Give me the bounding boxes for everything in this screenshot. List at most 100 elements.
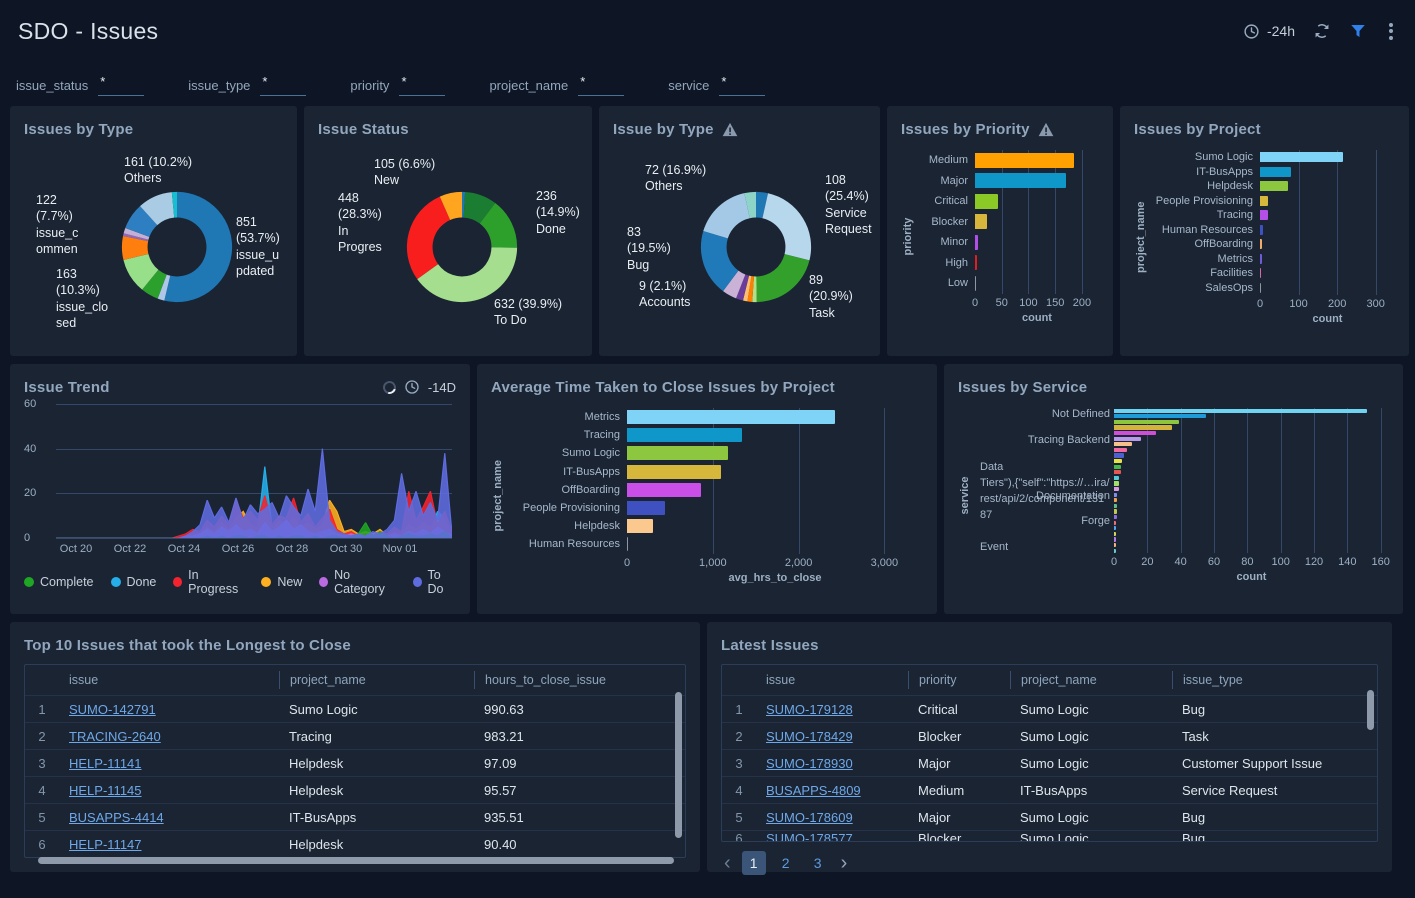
bar-Metrics[interactable] (1260, 254, 1262, 264)
bar-People Provisioning[interactable] (1260, 196, 1268, 206)
column-header[interactable] (722, 671, 756, 689)
pagination-next[interactable]: › (838, 852, 851, 874)
bar-11[interactable] (1114, 470, 1121, 474)
column-header[interactable]: issue (756, 671, 908, 689)
bar-Tracing[interactable] (627, 428, 742, 442)
bar-17[interactable] (1114, 504, 1117, 508)
bar-Helpdesk[interactable] (1260, 181, 1288, 191)
filter-input[interactable]: * (98, 74, 144, 96)
bar-Sumo Logic[interactable] (627, 446, 728, 460)
column-header[interactable]: project_name (279, 671, 474, 689)
vertical-scrollbar[interactable] (675, 692, 682, 838)
legend-item-Done[interactable]: Done (111, 568, 157, 596)
bar-8[interactable] (1114, 453, 1124, 457)
bar-22[interactable] (1114, 532, 1116, 536)
bar-Blocker[interactable] (975, 214, 987, 229)
bar-25[interactable] (1114, 549, 1116, 553)
pagination-page-2[interactable]: 2 (774, 851, 798, 875)
bar-5[interactable] (1114, 437, 1141, 441)
filter-project-name[interactable]: project_name * (489, 74, 624, 96)
pagination-page-3[interactable]: 3 (806, 851, 830, 875)
bar-1[interactable] (1114, 414, 1206, 418)
donut-slice-Task[interactable] (756, 254, 809, 302)
filter-input[interactable]: * (399, 74, 445, 96)
bar-People Provisioning[interactable] (627, 501, 665, 515)
bar-Helpdesk[interactable] (627, 519, 653, 533)
column-header[interactable]: priority (908, 671, 1010, 689)
bar-Sumo Logic[interactable] (1260, 152, 1343, 162)
issue-link[interactable]: SUMO-178429 (766, 729, 853, 744)
issue-link[interactable]: SUMO-178577 (766, 831, 853, 841)
bar-3[interactable] (1114, 425, 1172, 429)
bar-12[interactable] (1114, 476, 1119, 480)
bar-Human Resources[interactable] (1260, 225, 1263, 235)
horizontal-scrollbar[interactable] (38, 857, 674, 864)
column-header[interactable]: project_name (1010, 671, 1172, 689)
issue-link[interactable]: TRACING-2640 (69, 729, 161, 744)
panel-time-range[interactable]: -14D (428, 380, 456, 395)
issue-link[interactable]: HELP-11147 (69, 837, 142, 852)
bar-18[interactable] (1114, 509, 1117, 513)
legend-item-New[interactable]: New (261, 568, 302, 596)
donut-slice-In Progress[interactable] (407, 197, 450, 280)
bar-10[interactable] (1114, 465, 1121, 469)
column-header[interactable]: hours_to_close_issue (474, 671, 685, 689)
refresh-icon[interactable] (1313, 22, 1331, 40)
column-header[interactable]: issue (59, 671, 279, 689)
bar-2[interactable] (1114, 420, 1179, 424)
bar-Tracing[interactable] (1260, 210, 1268, 220)
bar-4[interactable] (1114, 431, 1156, 435)
donut-slice-Service Request[interactable] (762, 193, 811, 260)
vertical-scrollbar[interactable] (1367, 690, 1374, 730)
issue-link[interactable]: SUMO-178609 (766, 810, 853, 825)
bar-Low[interactable] (975, 276, 976, 291)
bar-Metrics[interactable] (627, 410, 835, 424)
column-header[interactable] (25, 671, 59, 689)
issue-link[interactable]: BUSAPPS-4809 (766, 783, 861, 798)
legend-item-In Progress[interactable]: In Progress (173, 568, 244, 596)
filter-input[interactable]: * (260, 74, 306, 96)
legend-item-Complete[interactable]: Complete (24, 568, 94, 596)
bar-16[interactable] (1114, 498, 1117, 502)
issue-link[interactable]: SUMO-178930 (766, 756, 853, 771)
legend-item-No Category[interactable]: No Category (319, 568, 395, 596)
filter-issue-type[interactable]: issue_type * (188, 74, 306, 96)
bar-OffBoarding[interactable] (1260, 239, 1262, 249)
bar-Major[interactable] (975, 173, 1066, 188)
bar-13[interactable] (1114, 481, 1119, 485)
bar-7[interactable] (1114, 448, 1127, 452)
issue-link[interactable]: HELP-11141 (69, 756, 142, 771)
bar-19[interactable] (1114, 515, 1117, 519)
filter-service[interactable]: service * (668, 74, 765, 96)
filter-input[interactable]: * (719, 74, 765, 96)
bar-OffBoarding[interactable] (627, 483, 701, 497)
issue-link[interactable]: SUMO-142791 (69, 702, 156, 717)
bar-9[interactable] (1114, 459, 1122, 463)
bar-24[interactable] (1114, 543, 1116, 547)
filter-icon[interactable] (1349, 22, 1367, 40)
bar-23[interactable] (1114, 537, 1116, 541)
donut-slice-Others[interactable] (703, 193, 749, 238)
bar-Medium[interactable] (975, 153, 1074, 168)
bar-Human Resources[interactable] (627, 537, 628, 551)
bar-High[interactable] (975, 255, 977, 270)
filter-priority[interactable]: priority * (350, 74, 445, 96)
bar-Minor[interactable] (975, 235, 978, 250)
kebab-menu-icon[interactable] (1385, 18, 1397, 44)
bar-IT-BusApps[interactable] (1260, 167, 1291, 177)
filter-issue-status[interactable]: issue_status * (16, 74, 144, 96)
bar-IT-BusApps[interactable] (627, 465, 721, 479)
bar-6[interactable] (1114, 442, 1132, 446)
issue-link[interactable]: HELP-11145 (69, 783, 142, 798)
pagination-page-1[interactable]: 1 (742, 851, 766, 875)
bar-20[interactable] (1114, 521, 1116, 525)
time-range-control[interactable]: -24h (1243, 23, 1295, 40)
legend-item-To Do[interactable]: To Do (413, 568, 456, 596)
issue-link[interactable]: SUMO-179128 (766, 702, 853, 717)
filter-input[interactable]: * (578, 74, 624, 96)
pagination-prev[interactable]: ‹ (721, 852, 734, 874)
issue-link[interactable]: BUSAPPS-4414 (69, 810, 164, 825)
column-header[interactable]: issue_type (1172, 671, 1377, 689)
bar-Critical[interactable] (975, 194, 998, 209)
bar-Facilities[interactable] (1260, 268, 1261, 278)
